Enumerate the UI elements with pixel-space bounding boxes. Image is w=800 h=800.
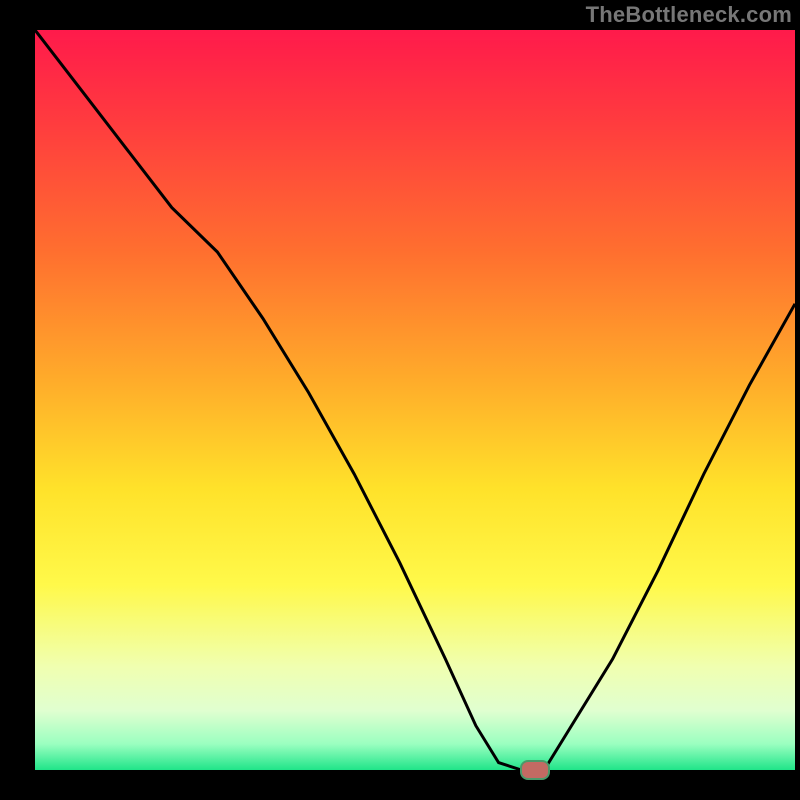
optimum-marker — [520, 760, 550, 780]
plot-area — [35, 30, 795, 770]
watermark-text: TheBottleneck.com — [586, 2, 792, 28]
gradient-background — [35, 30, 795, 770]
plot-svg — [35, 30, 795, 770]
chart-frame: TheBottleneck.com — [0, 0, 800, 800]
